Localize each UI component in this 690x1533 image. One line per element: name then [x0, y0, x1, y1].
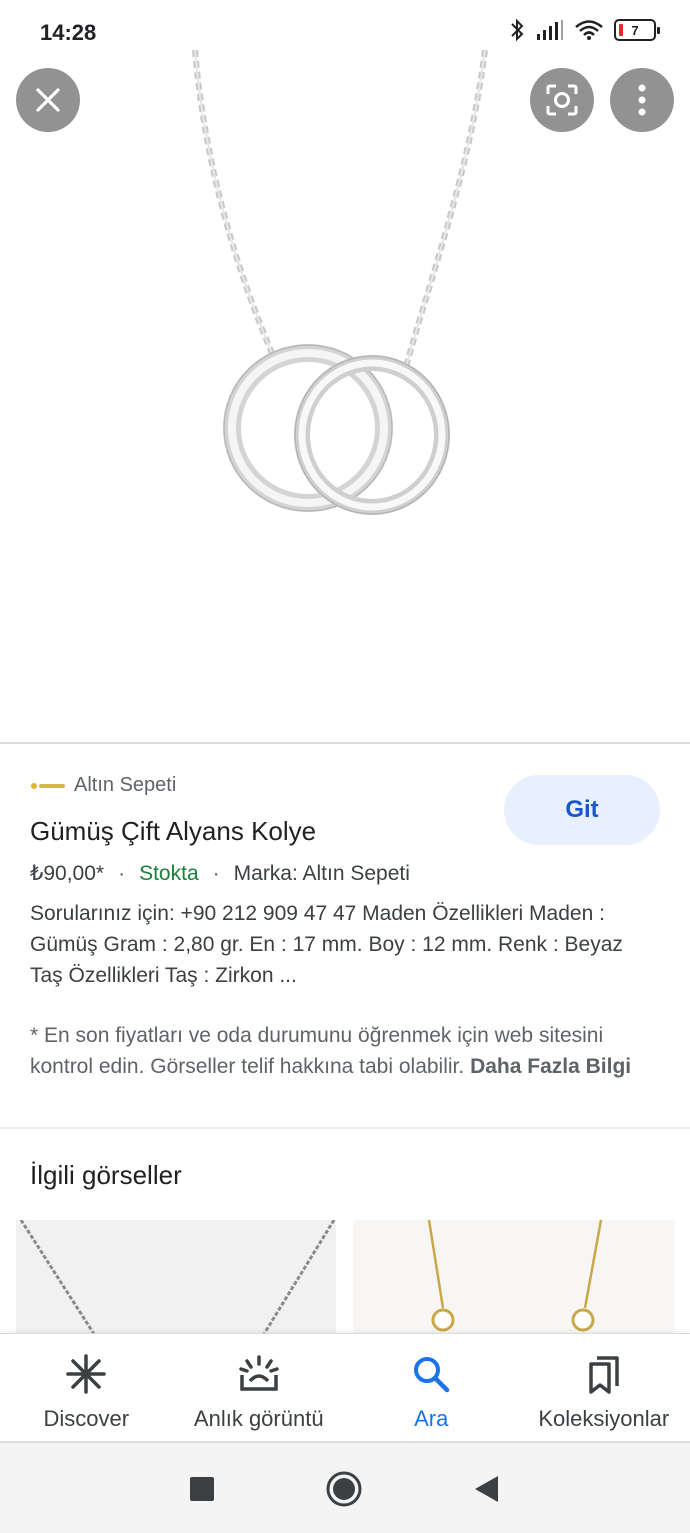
bottom-navigation: Discover Anlık görüntü Ara Koleksiyonlar: [0, 1333, 690, 1443]
nav-snapshot[interactable]: Anlık görüntü: [173, 1334, 346, 1443]
stock-status: Stokta: [139, 861, 199, 885]
necklace-image: [192, 50, 488, 515]
divider: [0, 1127, 690, 1129]
disclaimer: * En son fiyatları ve oda durumunu öğren…: [30, 1020, 650, 1082]
google-lens-button[interactable]: [530, 68, 594, 132]
nav-label: Ara: [414, 1406, 449, 1431]
necklace-thumbnail: [19, 1220, 336, 1334]
system-navigation-bar: [0, 1443, 690, 1533]
status-icons: 7: [510, 18, 660, 42]
source-logo-icon: [30, 779, 66, 793]
nav-label: Koleksiyonlar: [538, 1406, 670, 1431]
product-image[interactable]: [0, 50, 690, 740]
product-description: Sorularınız için: +90 212 909 47 47 Made…: [30, 902, 623, 987]
asterisk-icon: [64, 1352, 108, 1396]
google-lens-icon: [546, 84, 578, 116]
search-icon: [409, 1352, 453, 1396]
nav-label: Discover: [43, 1406, 130, 1431]
more-vert-icon: [638, 84, 646, 116]
more-options-button[interactable]: [610, 68, 674, 132]
related-image-1[interactable]: [16, 1220, 336, 1334]
status-time: 14:28: [40, 20, 97, 45]
signal-icon: [537, 20, 563, 40]
home-circle-icon: [326, 1471, 362, 1507]
square-icon: [190, 1477, 214, 1501]
product-brand: Marka: Altın Sepeti: [233, 861, 410, 885]
product-info-panel: Altın Sepeti Gümüş Çift Alyans Kolye ₺90…: [0, 744, 690, 1127]
source-name: Altın Sepeti: [74, 774, 177, 796]
recents-button[interactable]: [182, 1469, 222, 1509]
nav-label: Anlık görüntü: [193, 1406, 324, 1431]
more-info-link[interactable]: Daha Fazla Bilgi: [470, 1055, 631, 1078]
close-button[interactable]: [16, 68, 80, 132]
gold-necklace-thumbnail: [427, 1220, 603, 1332]
nav-collections[interactable]: Koleksiyonlar: [518, 1334, 690, 1443]
source-row[interactable]: Altın Sepeti: [30, 774, 176, 797]
related-images-title: İlgili görseller: [30, 1160, 182, 1190]
product-price: ₺90,00*: [30, 862, 105, 885]
wifi-icon: [575, 20, 603, 40]
go-button[interactable]: Git: [504, 775, 660, 845]
battery-level: 7: [631, 22, 639, 38]
battery-icon: 7: [614, 19, 660, 41]
snapshot-icon: [237, 1352, 281, 1396]
home-button[interactable]: [324, 1469, 364, 1509]
separator: ·: [118, 861, 126, 885]
back-triangle-icon: [475, 1476, 498, 1502]
bluetooth-icon: [511, 18, 524, 42]
product-title[interactable]: Gümüş Çift Alyans Kolye: [30, 816, 316, 847]
related-image-2[interactable]: [353, 1220, 675, 1334]
nav-search[interactable]: Ara: [345, 1334, 518, 1443]
back-button[interactable]: [466, 1469, 506, 1509]
nav-discover[interactable]: Discover: [0, 1334, 173, 1443]
separator: ·: [212, 861, 220, 885]
close-icon: [36, 88, 60, 112]
collections-icon: [582, 1352, 626, 1396]
product-meta: ₺90,00* · Stokta · Marka: Altın Sepeti: [30, 861, 410, 886]
